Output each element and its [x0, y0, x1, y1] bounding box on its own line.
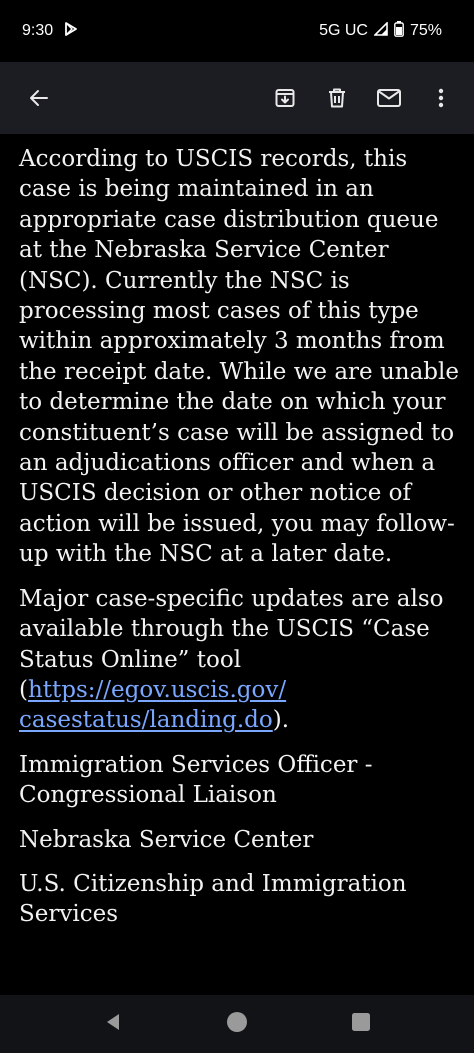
nav-back-button[interactable] — [101, 1012, 125, 1036]
mark-unread-icon — [376, 86, 402, 110]
signature-office: Nebraska Service Center — [19, 826, 314, 853]
more-options-button[interactable] — [420, 77, 462, 119]
app-bar — [0, 62, 474, 134]
status-left: 9:30 — [22, 21, 79, 42]
case-status-link-line-2: casestatus/landing.do — [19, 707, 273, 734]
nav-home-icon — [226, 1011, 248, 1037]
case-status-link[interactable]: https://egov.uscis.gov/casestatus/landin… — [19, 677, 286, 733]
system-nav-bar — [0, 995, 474, 1053]
more-vert-icon — [437, 86, 445, 110]
archive-icon — [273, 86, 297, 110]
nav-recents-button[interactable] — [349, 1012, 373, 1036]
signature-agency-line-2: Services — [19, 901, 119, 928]
network-label: 5G UC — [319, 22, 368, 39]
play-store-icon — [63, 21, 79, 42]
paren-open: ( — [19, 676, 28, 703]
archive-button[interactable] — [264, 77, 306, 119]
battery-icon — [394, 20, 404, 42]
back-button[interactable] — [18, 77, 60, 119]
nav-recents-icon — [351, 1012, 371, 1036]
signature-title-line-1: Immigration Services Officer - — [19, 751, 373, 778]
status-time: 9:30 — [22, 22, 54, 39]
signature-title: Immigration Services Officer - Congressio… — [19, 750, 459, 811]
signature-agency: U.S. Citizenship and Immigration Services — [19, 869, 459, 930]
signal-icon — [373, 20, 388, 41]
email-paragraph-2: Major case-specific updates are also ava… — [19, 584, 459, 736]
status-bar: 9:30 5G UC 75% — [0, 0, 474, 62]
email-body: According to USCIS records, this case is… — [19, 144, 459, 944]
signature-agency-line-1: U.S. Citizenship and Immigration — [19, 870, 407, 897]
delete-icon — [325, 86, 349, 110]
email-paragraph-2-text: Major case-specific updates are also ava… — [19, 585, 444, 673]
delete-button[interactable] — [316, 77, 358, 119]
mark-unread-button[interactable] — [368, 77, 410, 119]
status-right: 5G UC 75% — [319, 20, 442, 42]
case-status-link-line-1: https://egov.uscis.gov/ — [27, 676, 287, 703]
email-paragraph-1: According to USCIS records, this case is… — [19, 146, 459, 568]
paren-close: ). — [272, 707, 290, 734]
nav-back-icon — [103, 1012, 123, 1036]
battery-label: 75% — [409, 22, 442, 39]
nav-home-button[interactable] — [225, 1012, 249, 1036]
signature-title-line-2: Congressional Liaison — [19, 782, 277, 809]
back-arrow-icon — [27, 86, 51, 110]
